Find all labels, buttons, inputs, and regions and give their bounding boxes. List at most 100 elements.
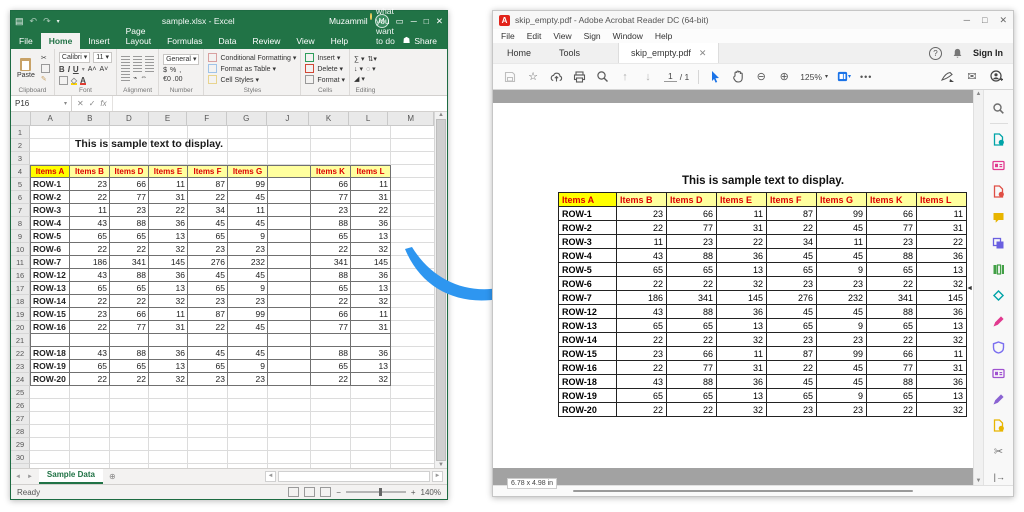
- zoom-in-icon[interactable]: ⊕: [777, 70, 791, 84]
- cell-A2[interactable]: [30, 139, 70, 152]
- cell-M25[interactable]: [391, 386, 434, 399]
- align-top-icon[interactable]: [121, 56, 130, 63]
- cell-F23[interactable]: 65: [188, 360, 228, 373]
- fill-color-icon[interactable]: ◇: [71, 76, 77, 85]
- cell-E23[interactable]: 13: [149, 360, 188, 373]
- more-tools-icon[interactable]: •••: [860, 72, 872, 82]
- row-number-8[interactable]: 8: [11, 217, 30, 230]
- cell-J25[interactable]: [268, 386, 311, 399]
- cell-F8[interactable]: 45: [188, 217, 228, 230]
- cell-K8[interactable]: 88: [311, 217, 351, 230]
- row-number-2[interactable]: 2: [11, 139, 30, 152]
- cell-M6[interactable]: [391, 191, 434, 204]
- cell-B10[interactable]: 22: [70, 243, 110, 256]
- cell-B11[interactable]: 186: [70, 256, 110, 269]
- cell-G20[interactable]: 45: [228, 321, 268, 334]
- cell-B23[interactable]: 65: [70, 360, 110, 373]
- cell-A20[interactable]: ROW-16: [30, 321, 70, 334]
- cell-A22[interactable]: ROW-18: [30, 347, 70, 360]
- row-number-5[interactable]: 5: [11, 178, 30, 191]
- cell-A4[interactable]: Items A: [30, 165, 70, 178]
- cell-K18[interactable]: 22: [311, 295, 351, 308]
- cell-J18[interactable]: [268, 295, 311, 308]
- cell-G16[interactable]: 45: [228, 269, 268, 282]
- row-number-16[interactable]: 16: [11, 269, 30, 282]
- cell-K31[interactable]: [311, 464, 351, 468]
- cell-B28[interactable]: [70, 425, 110, 438]
- cell-E7[interactable]: 22: [149, 204, 188, 217]
- maximize-button[interactable]: □: [424, 16, 429, 26]
- percent-icon[interactable]: %: [170, 67, 176, 74]
- cell-M21[interactable]: [391, 334, 434, 347]
- more-tools-icon[interactable]: ✂: [986, 438, 1012, 464]
- cell-M1[interactable]: [391, 126, 434, 139]
- cell-E6[interactable]: 31: [149, 191, 188, 204]
- cell-K25[interactable]: [311, 386, 351, 399]
- edit-pdf-icon[interactable]: [986, 178, 1012, 204]
- cell-L22[interactable]: 36: [351, 347, 391, 360]
- cell-M28[interactable]: [391, 425, 434, 438]
- cell-M8[interactable]: [391, 217, 434, 230]
- redo-icon[interactable]: ↷: [43, 16, 51, 27]
- cell-G18[interactable]: 23: [228, 295, 268, 308]
- page-display-icon[interactable]: ▾: [837, 70, 851, 84]
- cell-B16[interactable]: 43: [70, 269, 110, 282]
- cell-G26[interactable]: [228, 399, 268, 412]
- measure-icon[interactable]: [986, 386, 1012, 412]
- cell-G3[interactable]: [228, 152, 268, 165]
- column-header-B[interactable]: B: [70, 112, 110, 125]
- cell-K26[interactable]: [311, 399, 351, 412]
- hscroll-right-icon[interactable]: ►: [432, 471, 443, 482]
- comment-icon[interactable]: [986, 204, 1012, 230]
- cell-G19[interactable]: 99: [228, 308, 268, 321]
- indent-icon[interactable]: [121, 74, 130, 81]
- notifications-bell-icon[interactable]: [952, 48, 963, 59]
- cell-F16[interactable]: 45: [188, 269, 228, 282]
- cell-G4[interactable]: Items G: [228, 165, 268, 178]
- cut-icon[interactable]: ✂: [41, 54, 50, 62]
- cell-D5[interactable]: 66: [110, 178, 149, 191]
- cell-M3[interactable]: [391, 152, 434, 165]
- cell-A21[interactable]: [30, 334, 70, 347]
- italic-button[interactable]: I: [68, 65, 70, 74]
- expand-pane-icon[interactable]: |→: [994, 472, 1005, 482]
- sheet-tab-sample-data[interactable]: Sample Data: [39, 469, 103, 484]
- cell-G28[interactable]: [228, 425, 268, 438]
- cell-M22[interactable]: [391, 347, 434, 360]
- font-color-icon[interactable]: A: [80, 76, 86, 85]
- cell-G30[interactable]: [228, 451, 268, 464]
- cell-L1[interactable]: [351, 126, 391, 139]
- cell-E19[interactable]: 11: [149, 308, 188, 321]
- cell-J4[interactable]: [268, 165, 311, 178]
- cell-B8[interactable]: 43: [70, 217, 110, 230]
- tab-home[interactable]: Home: [493, 43, 545, 63]
- cell-G17[interactable]: 9: [228, 282, 268, 295]
- cell-B29[interactable]: [70, 438, 110, 451]
- cell-J20[interactable]: [268, 321, 311, 334]
- comma-icon[interactable]: ,: [179, 67, 181, 74]
- cell-B27[interactable]: [70, 412, 110, 425]
- cell-M29[interactable]: [391, 438, 434, 451]
- cell-K11[interactable]: 341: [311, 256, 351, 269]
- align-right-icon[interactable]: [145, 65, 154, 72]
- cell-B31[interactable]: [70, 464, 110, 468]
- cell-B5[interactable]: 23: [70, 178, 110, 191]
- cell-G27[interactable]: [228, 412, 268, 425]
- cell-L2[interactable]: [351, 139, 391, 152]
- autosum-icon[interactable]: ∑ ▾: [354, 55, 364, 63]
- previous-page-icon[interactable]: ↑: [618, 70, 632, 84]
- cell-B4[interactable]: Items B: [70, 165, 110, 178]
- cell-D26[interactable]: [110, 399, 149, 412]
- fill-icon[interactable]: ↓ ▾: [354, 65, 363, 73]
- cell-F19[interactable]: 87: [188, 308, 228, 321]
- cell-E3[interactable]: [149, 152, 188, 165]
- cell-K4[interactable]: Items K: [311, 165, 351, 178]
- cell-F27[interactable]: [188, 412, 228, 425]
- row-number-9[interactable]: 9: [11, 230, 30, 243]
- cell-L24[interactable]: 32: [351, 373, 391, 386]
- cell-A7[interactable]: ROW-3: [30, 204, 70, 217]
- row-number-25[interactable]: 25: [11, 386, 30, 399]
- insert-function-icon[interactable]: fx: [100, 99, 106, 108]
- font-name-select[interactable]: Calibri ▾: [59, 52, 90, 63]
- cell-D8[interactable]: 88: [110, 217, 149, 230]
